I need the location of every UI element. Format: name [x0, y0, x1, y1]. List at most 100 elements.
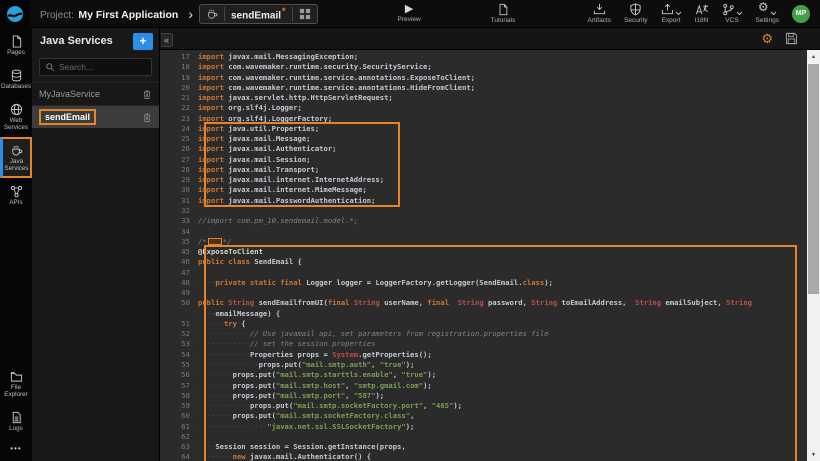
security-button[interactable]: Security: [624, 3, 647, 24]
sidebar-item-file-explorer[interactable]: File Explorer: [0, 363, 32, 404]
sidebar-item-databases[interactable]: Databases: [0, 62, 32, 96]
code-text[interactable]: import com.wavemaker.runtime.security.Se…: [198, 62, 432, 72]
code-line: 59············props.put("mail.smtp.socke…: [160, 401, 820, 411]
code-text[interactable]: import javax.mail.Session;: [198, 155, 311, 165]
code-text[interactable]: ············// set the session propertie…: [198, 339, 375, 349]
search-input[interactable]: [59, 62, 149, 72]
code-text[interactable]: ············props.put("mail.smtp.socketF…: [198, 401, 462, 411]
line-number: 31: [160, 196, 198, 206]
code-text[interactable]: import javax.mail.internet.InternetAddre…: [198, 175, 384, 185]
code-text[interactable]: ········new javax.mail.Authenticator() {: [198, 452, 371, 461]
code-text[interactable]: ········props.put("mail.smtp.socketFacto…: [198, 411, 414, 421]
code-text[interactable]: ··············props.put("mail.smtp.auth"…: [198, 360, 414, 370]
code-text[interactable]: /**/: [198, 237, 231, 247]
code-text[interactable]: ······try {: [198, 319, 246, 329]
user-avatar[interactable]: MP: [792, 5, 810, 23]
grid-icon[interactable]: [299, 8, 311, 20]
code-text[interactable]: import javax.mail.internet.MimeMessage;: [198, 185, 367, 195]
code-text[interactable]: ····private static final Logger logger =…: [198, 278, 553, 288]
preview-button[interactable]: ▶ Preview: [398, 4, 421, 23]
line-number: 58: [160, 391, 198, 401]
code-text[interactable]: ········props.put("mail.smtp.starttls.en…: [198, 370, 436, 380]
code-text[interactable]: @ExposeToClient: [198, 247, 263, 257]
code-text[interactable]: public class SendEmail {: [198, 257, 302, 267]
code-line: 64········new javax.mail.Authenticator()…: [160, 452, 820, 461]
artifacts-button[interactable]: Artifacts: [588, 3, 611, 24]
export-button[interactable]: Export: [661, 3, 682, 24]
apis-icon: [10, 185, 23, 198]
java-services-panel: Java Services + MyJavaServicesendEmail: [32, 28, 160, 461]
vcs-button[interactable]: VCS: [722, 3, 743, 24]
editor-settings-icon[interactable]: ⚙: [761, 32, 773, 45]
sidebar-item-apis[interactable]: APIs: [0, 178, 32, 212]
service-name: sendEmail: [39, 109, 96, 125]
folded-region-icon[interactable]: [208, 238, 222, 245]
line-number: 17: [160, 52, 198, 62]
scrollbar-thumb[interactable]: [808, 64, 819, 294]
add-service-button[interactable]: +: [133, 33, 153, 50]
sidebar-item-logs[interactable]: Logs: [0, 404, 32, 438]
service-search[interactable]: [39, 58, 152, 76]
code-text[interactable]: ····Session session = Session.getInstanc…: [198, 442, 406, 452]
line-number: 28: [160, 165, 198, 175]
line-number: 20: [160, 83, 198, 93]
sidebar-item-pages[interactable]: Pages: [0, 28, 32, 62]
code-text[interactable]: import javax.servlet.http.HttpServletReq…: [198, 93, 393, 103]
line-number: 24: [160, 124, 198, 134]
i18n-button[interactable]: I18N: [695, 3, 709, 24]
tab-sendemail[interactable]: sendEmail*: [199, 4, 318, 24]
code-text[interactable]: import javax.mail.MessagingException;: [198, 52, 358, 62]
line-number: 57: [160, 381, 198, 391]
line-number: 22: [160, 103, 198, 113]
tab-title: sendEmail*: [231, 6, 286, 21]
line-number: 55: [160, 360, 198, 370]
logs-icon: [10, 411, 23, 424]
trash-icon[interactable]: [142, 89, 152, 100]
settings-button[interactable]: ⚙Settings: [756, 3, 780, 24]
trash-icon[interactable]: [142, 112, 152, 123]
code-text[interactable]: ············Properties props = System.ge…: [198, 350, 432, 360]
line-number: 26: [160, 144, 198, 154]
app-logo[interactable]: [0, 0, 30, 28]
code-text[interactable]: ········props.put("mail.smtp.host", "smt…: [198, 381, 432, 391]
line-number: 18: [160, 62, 198, 72]
code-text[interactable]: import com.wavemaker.runtime.service.ann…: [198, 73, 475, 83]
code-line: 56········props.put("mail.smtp.starttls.…: [160, 370, 820, 380]
code-text[interactable]: import javax.mail.Authenticator;: [198, 144, 336, 154]
editor-scrollbar[interactable]: ▲ ▼: [807, 50, 820, 461]
scroll-down-button[interactable]: ▼: [807, 448, 820, 461]
line-number: 64: [160, 452, 198, 461]
code-text[interactable]: ····emailMessage) {: [198, 309, 280, 319]
code-area[interactable]: 17import javax.mail.MessagingException;1…: [160, 50, 820, 461]
code-text[interactable]: import com.wavemaker.runtime.service.ann…: [198, 83, 475, 93]
code-text[interactable]: import javax.mail.Message;: [198, 134, 311, 144]
main-sidebar: Pages Databases Web Services Java Servic…: [0, 28, 32, 461]
code-text[interactable]: //import com.pm_10.sendemail.model.*;: [198, 216, 358, 226]
collapse-panel-button[interactable]: «: [161, 33, 173, 47]
scroll-up-button[interactable]: ▲: [807, 50, 820, 63]
service-item-sendemail[interactable]: sendEmail: [32, 105, 159, 128]
sidebar-more-button[interactable]: •••: [0, 438, 32, 461]
code-text[interactable]: public String sendEmailfromUI(final Stri…: [198, 298, 752, 308]
code-text[interactable]: import org.slf4j.Logger;: [198, 103, 302, 113]
code-text[interactable]: ················"javax.net.ssl.SSLSocket…: [198, 422, 414, 432]
line-number: 62: [160, 432, 198, 442]
save-icon[interactable]: [785, 32, 798, 45]
code-text[interactable]: ········props.put("mail.smtp.port", "587…: [198, 391, 384, 401]
sidebar-item-web-services[interactable]: Web Services: [0, 96, 32, 137]
chevron-down-icon: [675, 11, 682, 16]
code-text[interactable]: import org.slf4j.LoggerFactory;: [198, 114, 332, 124]
service-item-myjavaservice[interactable]: MyJavaService: [32, 82, 159, 105]
code-text[interactable]: import javax.mail.Transport;: [198, 165, 319, 175]
line-number: 49: [160, 288, 198, 298]
code-text[interactable]: import javax.mail.PasswordAuthentication…: [198, 196, 375, 206]
tutorials-button[interactable]: Tutorials: [491, 3, 516, 24]
chevron-down-icon: [770, 11, 777, 16]
sidebar-item-java-services[interactable]: Java Services: [0, 137, 32, 178]
code-line: 57········props.put("mail.smtp.host", "s…: [160, 381, 820, 391]
code-line: 46public class SendEmail {: [160, 257, 820, 267]
code-line: 21import javax.servlet.http.HttpServletR…: [160, 93, 820, 103]
pages-icon: [10, 35, 23, 48]
code-text[interactable]: import java.util.Properties;: [198, 124, 319, 134]
code-text[interactable]: ············// Use javamail api, set par…: [198, 329, 549, 339]
